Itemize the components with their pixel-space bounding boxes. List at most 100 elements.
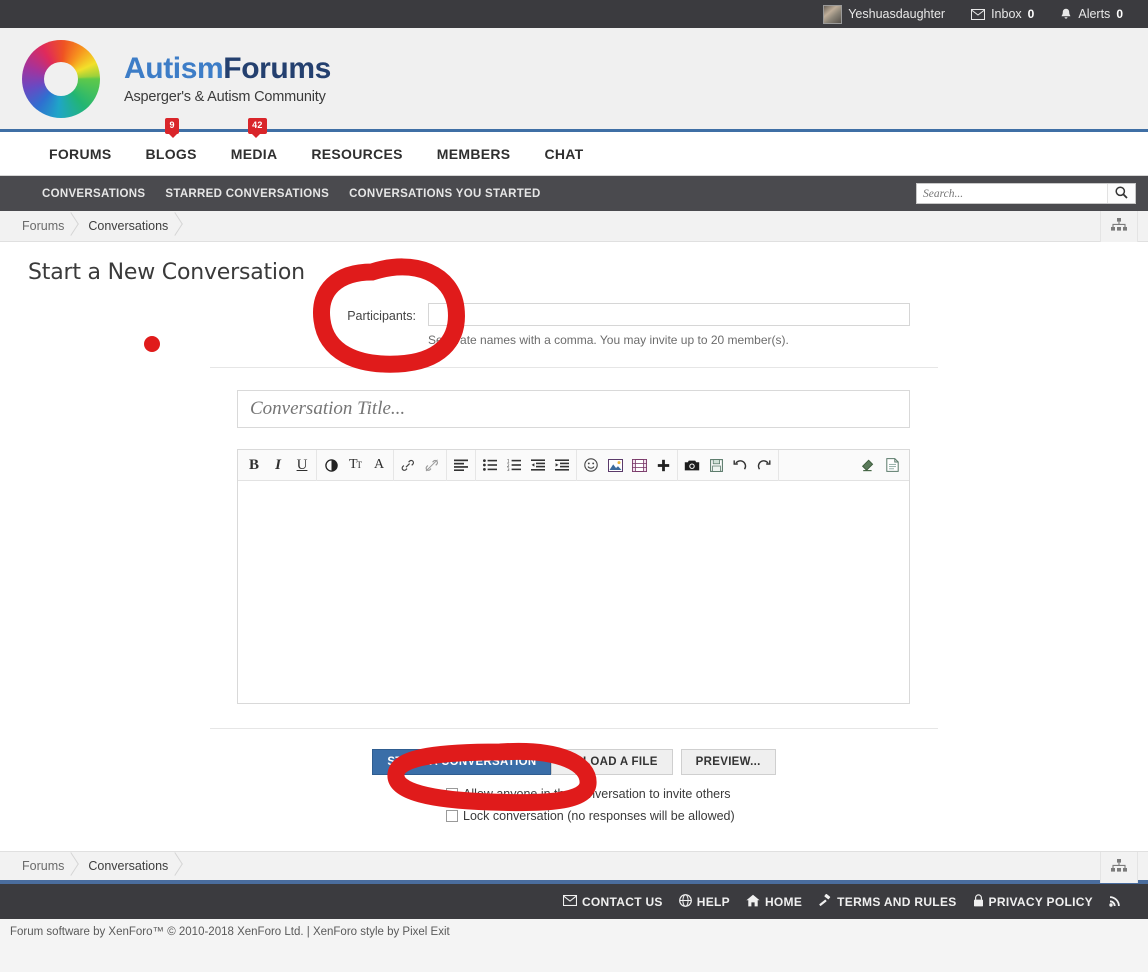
option-allow-invite[interactable]: Allow anyone in the conversation to invi… <box>446 787 1148 801</box>
form-actions: START A CONVERSATION UPLOAD A FILE PREVI… <box>0 729 1148 775</box>
footer-link-home[interactable]: HOME <box>738 894 810 910</box>
page-content: Start a New Conversation Participants: S… <box>0 242 1148 851</box>
editor-toolbar: B I U TT A 1 2 3 <box>238 449 909 481</box>
account-menu[interactable]: Yeshuasdaughter <box>810 0 958 28</box>
footer-link-label: CONTACT US <box>581 894 663 909</box>
undo-icon[interactable] <box>728 453 752 478</box>
nav-item-members[interactable]: MEMBERS <box>420 132 528 176</box>
text-contrast-icon[interactable] <box>319 453 343 478</box>
nav-label: CHAT <box>544 145 584 162</box>
main-navigation: FORUMS 9 BLOGS 42 MEDIA RESOURCES MEMBERS … <box>0 117 1148 176</box>
subnav-item-conversations-you-started[interactable]: CONVERSATIONS YOU STARTED <box>339 188 551 200</box>
upload-file-button[interactable]: UPLOAD A FILE <box>551 749 673 775</box>
participants-input[interactable] <box>428 303 910 326</box>
nav-label: BLOGS <box>145 145 197 162</box>
inbox-menu[interactable]: Inbox 0 <box>958 0 1047 28</box>
alerts-label: Alerts <box>1078 7 1111 21</box>
alerts-menu[interactable]: Alerts 0 <box>1047 0 1136 28</box>
footer-link-contact-us[interactable]: CONTACT US <box>555 894 671 909</box>
svg-text:3: 3 <box>507 467 510 471</box>
nav-item-forums[interactable]: FORUMS <box>32 132 128 176</box>
nav-item-resources[interactable]: RESOURCES <box>294 132 419 176</box>
nav-item-blogs[interactable]: 9 BLOGS <box>128 117 213 176</box>
username-label: Yeshuasdaughter <box>848 7 946 21</box>
toolbar-group-lists: 123 <box>476 449 577 481</box>
option-label: Allow anyone in the conversation to invi… <box>463 787 731 801</box>
message-textarea[interactable] <box>238 481 909 703</box>
option-lock-conversation[interactable]: Lock conversation (no responses will be … <box>446 809 1148 823</box>
checkbox-lock-conversation[interactable] <box>446 810 458 822</box>
sitemap-button-top[interactable] <box>1100 211 1138 242</box>
footer-link-label: PRIVACY POLICY <box>988 894 1093 909</box>
page-title: Start a New Conversation <box>28 260 305 285</box>
footer-link-terms-and-rules[interactable]: TERMS AND RULES <box>810 893 964 910</box>
nav-label: MEDIA <box>230 145 278 162</box>
site-title-part1: Autism <box>124 52 224 85</box>
toggle-bbcode-icon[interactable] <box>879 453 905 478</box>
option-label: Lock conversation (no responses will be … <box>463 809 735 823</box>
indent-icon[interactable] <box>550 453 574 478</box>
subnav-item-starred-conversations[interactable]: STARRED CONVERSATIONS <box>155 188 339 200</box>
start-conversation-button[interactable]: START A CONVERSATION <box>372 749 552 775</box>
breadcrumb-item-conversations-bottom[interactable]: Conversations <box>80 851 184 882</box>
search-input[interactable] <box>917 184 1107 203</box>
italic-icon[interactable]: I <box>266 453 290 478</box>
footer-link-help[interactable]: HELP <box>671 893 738 910</box>
site-title: AutismForums <box>124 52 331 86</box>
subnav-item-conversations[interactable]: CONVERSATIONS <box>32 188 155 200</box>
home-icon <box>746 894 760 910</box>
sitemap-icon <box>1111 859 1127 876</box>
underline-icon[interactable]: U <box>290 453 314 478</box>
text-color-icon[interactable]: A <box>367 453 391 478</box>
numbered-list-icon[interactable]: 123 <box>502 453 526 478</box>
participants-hint: Separate names with a comma. You may inv… <box>428 333 789 347</box>
nav-label: MEMBERS <box>436 145 511 162</box>
participants-label: Participants: <box>347 309 416 323</box>
site-header: AutismForums Asperger's & Autism Communi… <box>0 28 1148 132</box>
footer-link-rss[interactable] <box>1101 894 1130 910</box>
redo-icon[interactable] <box>752 453 776 478</box>
checkbox-allow-invite[interactable] <box>446 788 458 800</box>
font-size-icon[interactable]: TT <box>343 453 367 478</box>
site-tagline: Asperger's & Autism Community <box>124 89 326 105</box>
nav-item-chat[interactable]: CHAT <box>527 132 600 176</box>
breadcrumb-item-forums[interactable]: Forums <box>14 211 80 242</box>
search-icon <box>1115 185 1128 202</box>
top-user-bar: Yeshuasdaughter Inbox 0 Alerts 0 <box>0 0 1148 28</box>
autism-forums-logo-icon[interactable] <box>22 39 100 118</box>
bold-icon[interactable]: B <box>242 453 266 478</box>
lock-icon <box>973 893 984 910</box>
breadcrumb-bottom: Forums Conversations <box>0 851 1148 883</box>
site-title-part2: Forums <box>223 52 331 85</box>
image-icon[interactable] <box>603 453 627 478</box>
breadcrumb-item-conversations[interactable]: Conversations <box>80 211 184 242</box>
sub-navigation: CONVERSATIONS STARRED CONVERSATIONS CONV… <box>0 176 1148 211</box>
remove-formatting-icon[interactable] <box>853 453 879 478</box>
globe-help-icon <box>678 893 692 910</box>
smilie-icon[interactable] <box>579 453 603 478</box>
bullet-list-icon[interactable] <box>478 453 502 478</box>
nav-badge-media: 42 <box>248 117 267 138</box>
nav-label: RESOURCES <box>311 145 403 162</box>
search-button[interactable] <box>1107 184 1135 203</box>
sitemap-button-bottom[interactable] <box>1100 852 1138 883</box>
envelope-icon <box>971 8 986 20</box>
preview-button[interactable]: PREVIEW... <box>680 749 776 775</box>
unlink-icon[interactable] <box>420 453 444 478</box>
nav-item-media[interactable]: 42 MEDIA <box>214 117 295 176</box>
toolbar-group-align <box>447 449 476 481</box>
sitemap-icon <box>1111 218 1127 235</box>
nav-badge-blogs: 9 <box>165 117 180 138</box>
footer-link-privacy-policy[interactable]: PRIVACY POLICY <box>965 893 1101 910</box>
inbox-count: 0 <box>1027 7 1035 21</box>
draft-save-icon[interactable] <box>704 453 728 478</box>
camera-icon[interactable] <box>680 453 704 478</box>
outdent-icon[interactable] <box>526 453 550 478</box>
breadcrumb-item-forums-bottom[interactable]: Forums <box>14 851 80 882</box>
media-icon[interactable] <box>627 453 651 478</box>
link-icon[interactable] <box>396 453 420 478</box>
search-box[interactable] <box>916 183 1136 204</box>
conversation-title-input[interactable] <box>237 390 910 428</box>
insert-more-icon[interactable] <box>651 453 675 478</box>
align-left-icon[interactable] <box>449 453 473 478</box>
